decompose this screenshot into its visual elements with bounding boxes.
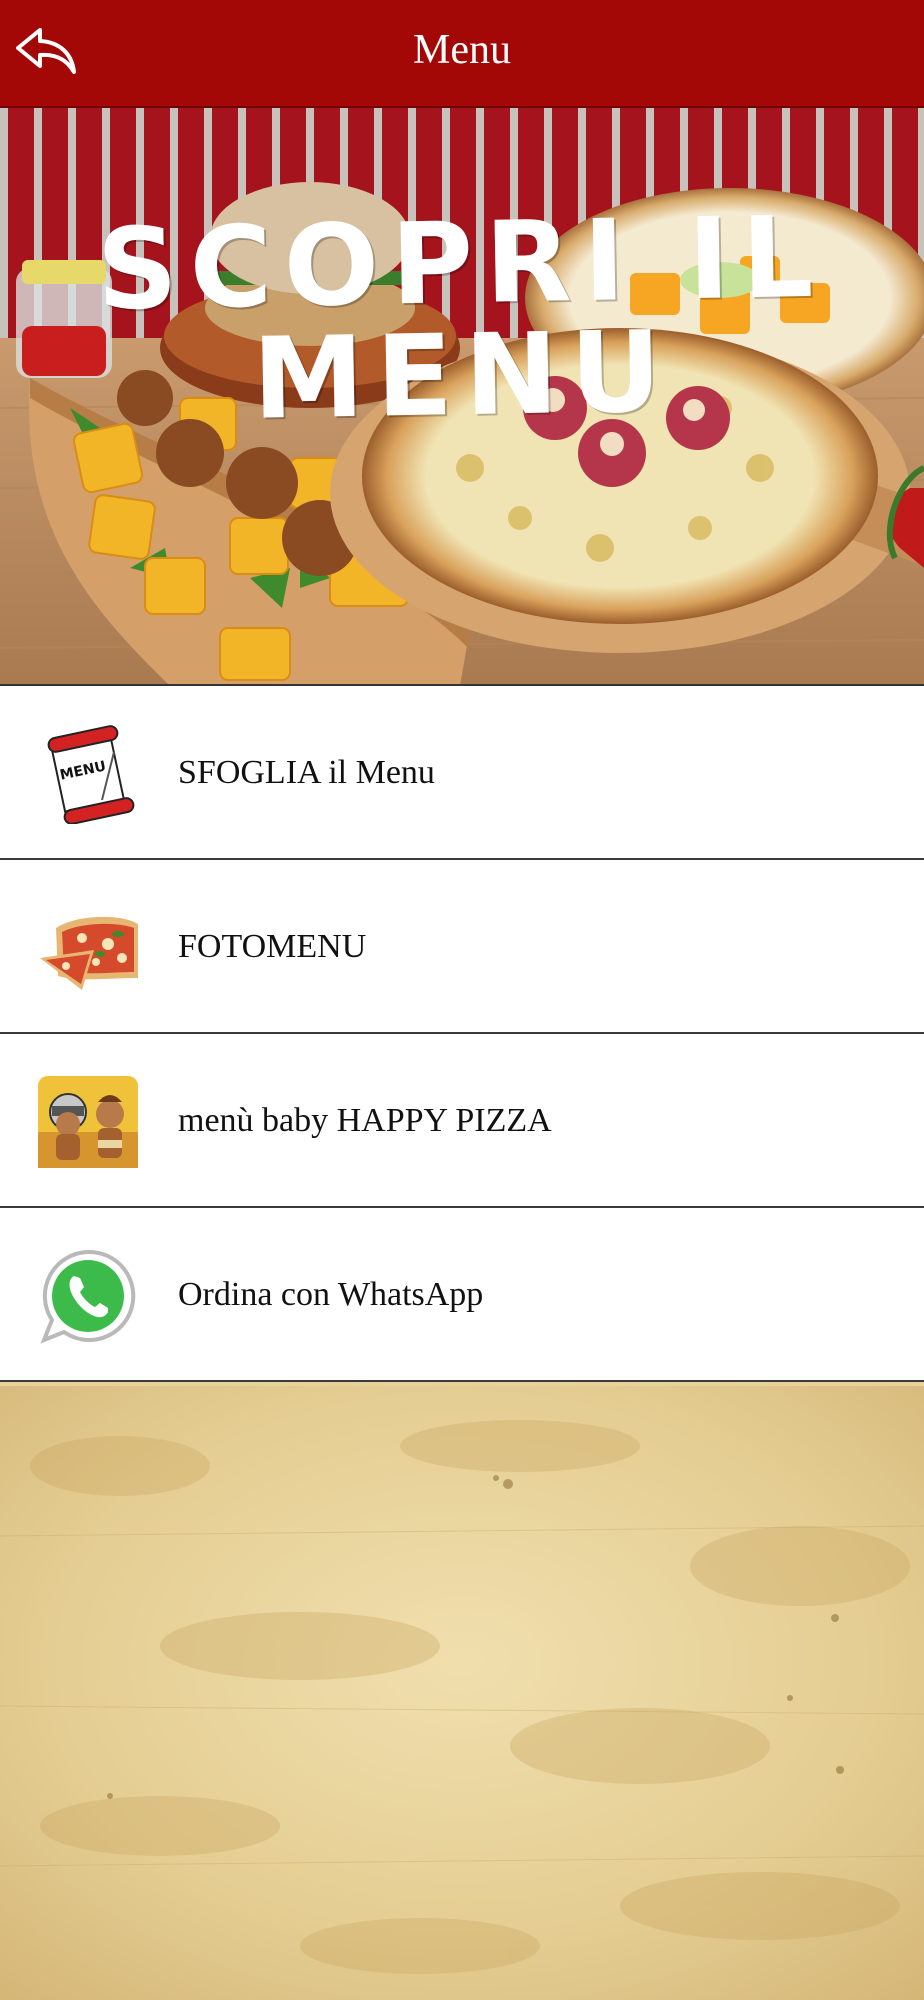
pizza-slice-icon	[38, 898, 138, 998]
whatsapp-icon	[38, 1246, 138, 1346]
list-item-label: Ordina con WhatsApp	[178, 1276, 484, 1313]
list-item-ordina-whatsapp[interactable]: Ordina con WhatsApp	[0, 1208, 924, 1382]
list-item-label: menù baby HAPPY PIZZA	[178, 1102, 552, 1139]
list-item-label: SFOGLIA il Menu	[178, 754, 435, 791]
gladiator-kids-icon	[38, 1072, 138, 1172]
menu-scroll-icon: MENU	[38, 724, 138, 824]
page-title: Menu	[413, 27, 511, 73]
list-item-sfoglia-menu[interactable]: MENU SFOGLIA il Menu	[0, 686, 924, 860]
banner-title: SCOPRI IL MENU	[95, 192, 827, 445]
list-item-fotomenu[interactable]: FOTOMENU	[0, 860, 924, 1034]
menu-banner-image: SCOPRI IL MENU	[0, 108, 924, 686]
app-header: Menu	[0, 0, 924, 108]
list-item-menu-baby-happy-pizza[interactable]: menù baby HAPPY PIZZA	[0, 1034, 924, 1208]
menu-list: MENU SFOGLIA il Menu FOTOMENU menù baby …	[0, 686, 924, 1382]
parchment-background	[0, 1386, 924, 2000]
list-item-label: FOTOMENU	[178, 928, 367, 965]
